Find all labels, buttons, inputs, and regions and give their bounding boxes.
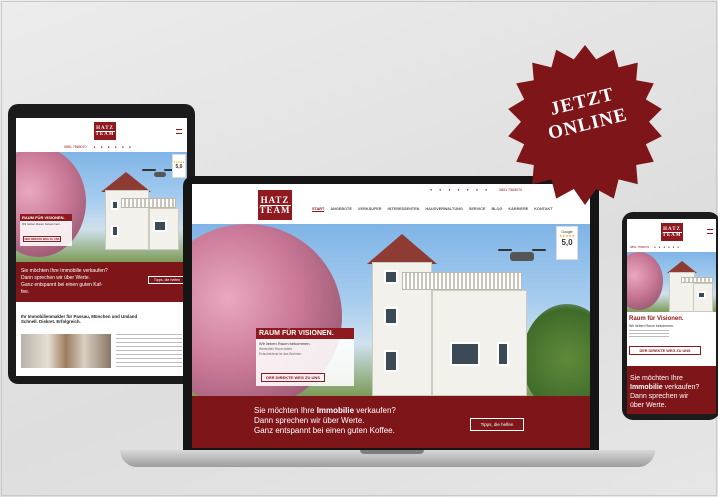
hero-cta-button[interactable]: DER DIREKTE WEG ZU UNS (23, 236, 61, 242)
banner-text-part: Sie möchten Ihre (630, 375, 683, 382)
hero-cta-button[interactable]: DER DIREKTE WEG ZU UNS (629, 346, 701, 355)
drone-image (498, 249, 546, 261)
laptop-hero-card: RAUM FÜR VISIONEN. Wir lieben Raum bekom… (256, 328, 354, 386)
social-icons[interactable]: ● ● ● ● ● ● ● (430, 188, 490, 192)
drone-image (142, 169, 178, 177)
logo-text: TEAM (259, 204, 291, 215)
magnolia-tree (627, 252, 663, 310)
tablet-hero-card: RAUM FÜR VISIONEN. Wir lieben Raum bekom… (20, 214, 72, 246)
house-image (91, 170, 181, 255)
social-icons[interactable]: ● ● ● ● ● ● (93, 145, 133, 149)
phone-screen: HATZ TEAM 0851 7565070 ● ● ● ● ● ● Raum … (627, 219, 716, 414)
tips-button[interactable]: Tipps, die helfen (470, 418, 524, 431)
phone-text[interactable]: 0851 7565070 (630, 245, 649, 249)
laptop-topbar: ● ● ● ● ● ● ● 0851 7565070 (430, 188, 522, 192)
banner-line: Sie möchten Ihre (630, 374, 699, 383)
banner-line: fee. (21, 289, 30, 295)
nav-item-karriere[interactable]: KARRIERE (508, 207, 528, 212)
tablet-red-banner: Sie möchten Ihre Immobilie verkaufen? Da… (16, 262, 187, 302)
rating-score: 5,0 (175, 164, 183, 170)
laptop-rating-badge: Google ★★★★★ 5,0 (556, 226, 578, 260)
hero-card-text: Entscheidend ist das Wohnen. (259, 352, 302, 356)
logo-text: HATZ (260, 194, 290, 205)
banner-line: Ganz entspannt bei einen guten Koffee. (254, 426, 395, 435)
tablet-hero: ★★★★★ 5,0 RAUM FÜR VISIONEN. Wir lieben … (16, 152, 187, 262)
banner-text-part: verkaufen? (354, 406, 396, 415)
phone-text[interactable]: 0851 7565070 (64, 145, 86, 149)
phone-red-banner: Sie möchten Ihre Immobilie verkaufen? Da… (627, 366, 716, 414)
banner-line: Dann sprechen wir (630, 393, 689, 400)
banner-line: über Werte. (630, 402, 667, 409)
hero-card-text: Wir lieben Raum bekommen. (259, 341, 311, 346)
laptop-notch (360, 450, 424, 454)
logo-text: TEAM (95, 130, 115, 137)
hero-card-title: Raum für Visionen. (629, 316, 684, 322)
house-image (663, 260, 715, 312)
phone-topbar: 0851 7565070 ● ● ● ● ● ● (630, 245, 680, 249)
phone-logo[interactable]: HATZ TEAM (661, 223, 683, 241)
tablet-intro-section: Ihr Immobilienmakler für Passau, München… (21, 314, 181, 324)
tablet-screen: HATZ TEAM 0851 7565070 ● ● ● ● ● ● ★★★★★… (16, 118, 187, 376)
social-icons[interactable]: ● ● ● ● ● ● (654, 245, 680, 249)
rating-score: 5,0 (561, 238, 573, 247)
nav-item-angebote[interactable]: ANGEBOTE (330, 207, 352, 212)
hero-card-text: Wir lieben Raum bekommen. (629, 324, 675, 328)
banner-text-bold: Immobilie (630, 384, 663, 391)
nav-item-start[interactable]: START (312, 207, 325, 212)
hero-cta-button[interactable]: DER DIREKTE WEG ZU UNS (261, 373, 325, 382)
banner-text-bold: Immobilie (316, 406, 355, 415)
tablet-rating-badge: ★★★★★ 5,0 (172, 154, 186, 178)
phone-hero (627, 252, 716, 312)
banner-text: Sie möchten Ihre Immobilie verkaufen? Da… (630, 374, 699, 410)
logo-text: TEAM (662, 231, 682, 238)
banner-text-part: Sie möchten Ihre (254, 406, 317, 415)
nav-item-service[interactable]: SERVICE (469, 207, 486, 212)
banner-line: Ganz entspannt bei einen guten Kaf- (21, 282, 103, 288)
laptop-logo[interactable]: HATZ TEAM (258, 190, 292, 220)
nav-item-hausverwaltung[interactable]: HAUSVERWALTUNG (425, 207, 462, 212)
hamburger-icon[interactable] (707, 229, 713, 234)
phone-text[interactable]: 0851 7565070 (499, 188, 522, 192)
paragraph-placeholder (116, 334, 182, 368)
banner-line: Sie möchten Ihre Immobilie verkaufen? (254, 406, 396, 416)
laptop-screen: HATZ TEAM ● ● ● ● ● ● ● 0851 7565070 STA… (192, 184, 590, 448)
nav-item-kontakt[interactable]: KONTAKT (534, 207, 552, 212)
banner-line: Dann sprechen wir über Werte. (254, 416, 365, 425)
banner-text-part: verkaufen? (662, 384, 700, 391)
banner-text: Sie möchten Ihre Immobilie verkaufen? Da… (21, 268, 108, 296)
hero-card-text: Wir lieben Raum bekommen. (22, 222, 61, 226)
hero-card-title: RAUM FÜR VISIONEN. (20, 214, 72, 221)
banner-text: Sie möchten Ihre Immobilie verkaufen? Da… (254, 406, 396, 436)
tablet-topbar: 0851 7565070 ● ● ● ● ● ● (64, 145, 133, 149)
banner-line: Sie möchten Ihre Immobilie verkaufen? (21, 268, 108, 274)
main-navigation: START ANGEBOTE VERKÄUFER INTERESSENTEN H… (312, 207, 553, 212)
phone-hero-card: Raum für Visionen. Wir lieben Raum bekom… (629, 316, 714, 364)
banner-line: Immobilie verkaufen? (630, 383, 699, 392)
tablet-logo[interactable]: HATZ TEAM (94, 122, 116, 140)
nav-item-verkaeufer[interactable]: VERKÄUFER (358, 207, 382, 212)
section-subtitle: Schnell. Diskret. Erfolgreich. (21, 319, 81, 324)
paragraph-placeholder (629, 330, 669, 338)
nav-item-interessenten[interactable]: INTERESSENTEN (388, 207, 420, 212)
hamburger-icon[interactable] (176, 129, 182, 134)
team-photo (21, 334, 111, 368)
tips-button[interactable]: Tipps, die helfen (148, 276, 186, 284)
nav-item-blog[interactable]: BLOG (491, 207, 502, 212)
laptop-red-banner: Sie möchten Ihre Immobilie verkaufen? Da… (192, 396, 590, 448)
banner-line: Dann sprechen wir über Werte. (21, 275, 91, 281)
hero-card-title: RAUM FÜR VISIONEN. (256, 328, 354, 339)
laptop-hero: Google ★★★★★ 5,0 RAUM FÜR VISIONEN. Wir … (192, 224, 590, 396)
